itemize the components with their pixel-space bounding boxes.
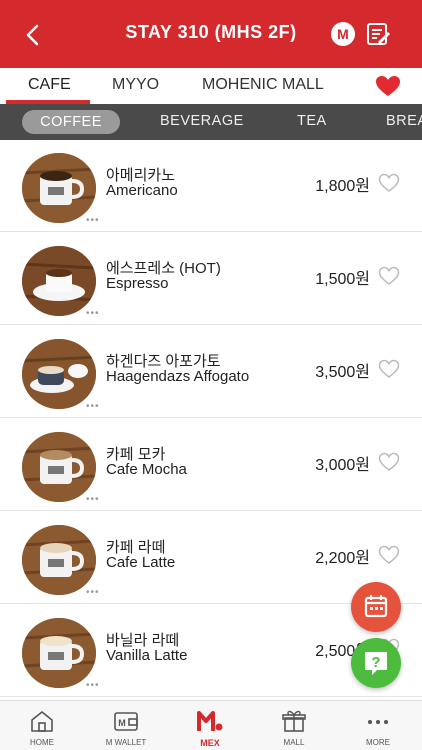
- nav-mex-label: MEX: [200, 738, 220, 748]
- nav-home-label: HOME: [30, 738, 54, 747]
- nav-home[interactable]: HOME: [0, 701, 84, 750]
- item-price: 3,500원: [315, 364, 370, 381]
- americano-photo: [22, 153, 96, 223]
- calendar-icon: [364, 595, 388, 618]
- more-dots[interactable]: •••: [86, 680, 100, 691]
- help-button[interactable]: ?: [351, 638, 401, 688]
- item-name-english: Vanilla Latte: [106, 647, 188, 664]
- item-name-english: Haagendazs Affogato: [106, 368, 250, 385]
- svg-text:?: ?: [371, 654, 380, 671]
- home-icon: [31, 711, 53, 732]
- item-price: 2,200원: [315, 550, 370, 567]
- page-title: STAY 310 (MHS 2F): [125, 22, 297, 42]
- more-dots[interactable]: •••: [86, 308, 100, 319]
- item-name-english: Espresso: [106, 275, 169, 292]
- tab-myyo[interactable]: MYYO: [112, 76, 159, 94]
- list-item[interactable]: ••• 에스프레소 (HOT) Espresso 1,500원: [0, 233, 422, 325]
- category-bread[interactable]: BREA: [386, 113, 422, 129]
- list-item[interactable]: ••• 하겐다즈 아포가토 Haagendazs Affogato 3,500원: [0, 326, 422, 418]
- heart-outline-icon[interactable]: [378, 359, 400, 379]
- cafe-latte-photo: [22, 525, 96, 595]
- order-history-icon[interactable]: [364, 20, 392, 48]
- category-bar: COFFEE BEVERAGE TEA BREA: [0, 104, 422, 140]
- more-dots[interactable]: •••: [86, 494, 100, 505]
- store-tabs: CAFE MYYO MOHENIC MALL: [0, 68, 422, 104]
- heart-outline-icon[interactable]: [378, 173, 400, 193]
- favorites-heart-icon[interactable]: [374, 74, 402, 98]
- affogato-photo: [22, 339, 96, 409]
- svg-text:M: M: [118, 718, 126, 728]
- item-name-english: Americano: [106, 182, 178, 199]
- app-header: STAY 310 (MHS 2F) M: [0, 0, 422, 68]
- tab-mohenic-mall[interactable]: MOHENIC MALL: [202, 76, 324, 94]
- nav-more-label: MORE: [366, 738, 390, 747]
- vanilla-latte-photo: [22, 618, 96, 688]
- more-dots[interactable]: •••: [86, 401, 100, 412]
- nav-mall[interactable]: MALL: [252, 701, 336, 750]
- bottom-navigation: HOME M M WALLET MEX MALL MORE: [0, 700, 422, 750]
- nav-more[interactable]: MORE: [336, 701, 420, 750]
- heart-outline-icon[interactable]: [378, 266, 400, 286]
- category-beverage[interactable]: BEVERAGE: [160, 113, 244, 129]
- item-price: 1,800원: [315, 178, 370, 195]
- nav-m-wallet-label: M WALLET: [105, 738, 147, 747]
- tab-cafe[interactable]: CAFE: [28, 76, 71, 94]
- item-name-english: Cafe Latte: [106, 554, 176, 571]
- nav-mall-label: MALL: [283, 738, 305, 747]
- help-icon: ?: [365, 652, 387, 675]
- espresso-photo: [22, 246, 96, 316]
- gift-icon: [282, 710, 306, 732]
- heart-outline-icon[interactable]: [378, 545, 400, 565]
- category-tea[interactable]: TEA: [297, 113, 327, 129]
- calendar-button[interactable]: [351, 582, 401, 632]
- wallet-icon: M: [114, 712, 138, 731]
- category-coffee[interactable]: COFFEE: [22, 110, 120, 134]
- membership-badge-icon[interactable]: M: [330, 21, 356, 47]
- list-item[interactable]: ••• 카페 모카 Cafe Mocha 3,000원: [0, 419, 422, 511]
- list-item[interactable]: ••• 아메리카노 Americano 1,800원: [0, 140, 422, 232]
- cafe-mocha-photo: [22, 432, 96, 502]
- more-dots[interactable]: •••: [86, 215, 100, 226]
- more-dots[interactable]: •••: [86, 587, 100, 598]
- more-icon: [368, 720, 388, 724]
- heart-outline-icon[interactable]: [378, 452, 400, 472]
- mex-logo-icon: [197, 711, 223, 731]
- item-name-english: Cafe Mocha: [106, 461, 187, 478]
- nav-m-wallet[interactable]: M M WALLET: [84, 701, 168, 750]
- m-badge-letter: M: [337, 26, 349, 42]
- item-price: 1,500원: [315, 271, 370, 288]
- item-price: 3,000원: [315, 457, 370, 474]
- nav-mex[interactable]: MEX: [168, 701, 252, 750]
